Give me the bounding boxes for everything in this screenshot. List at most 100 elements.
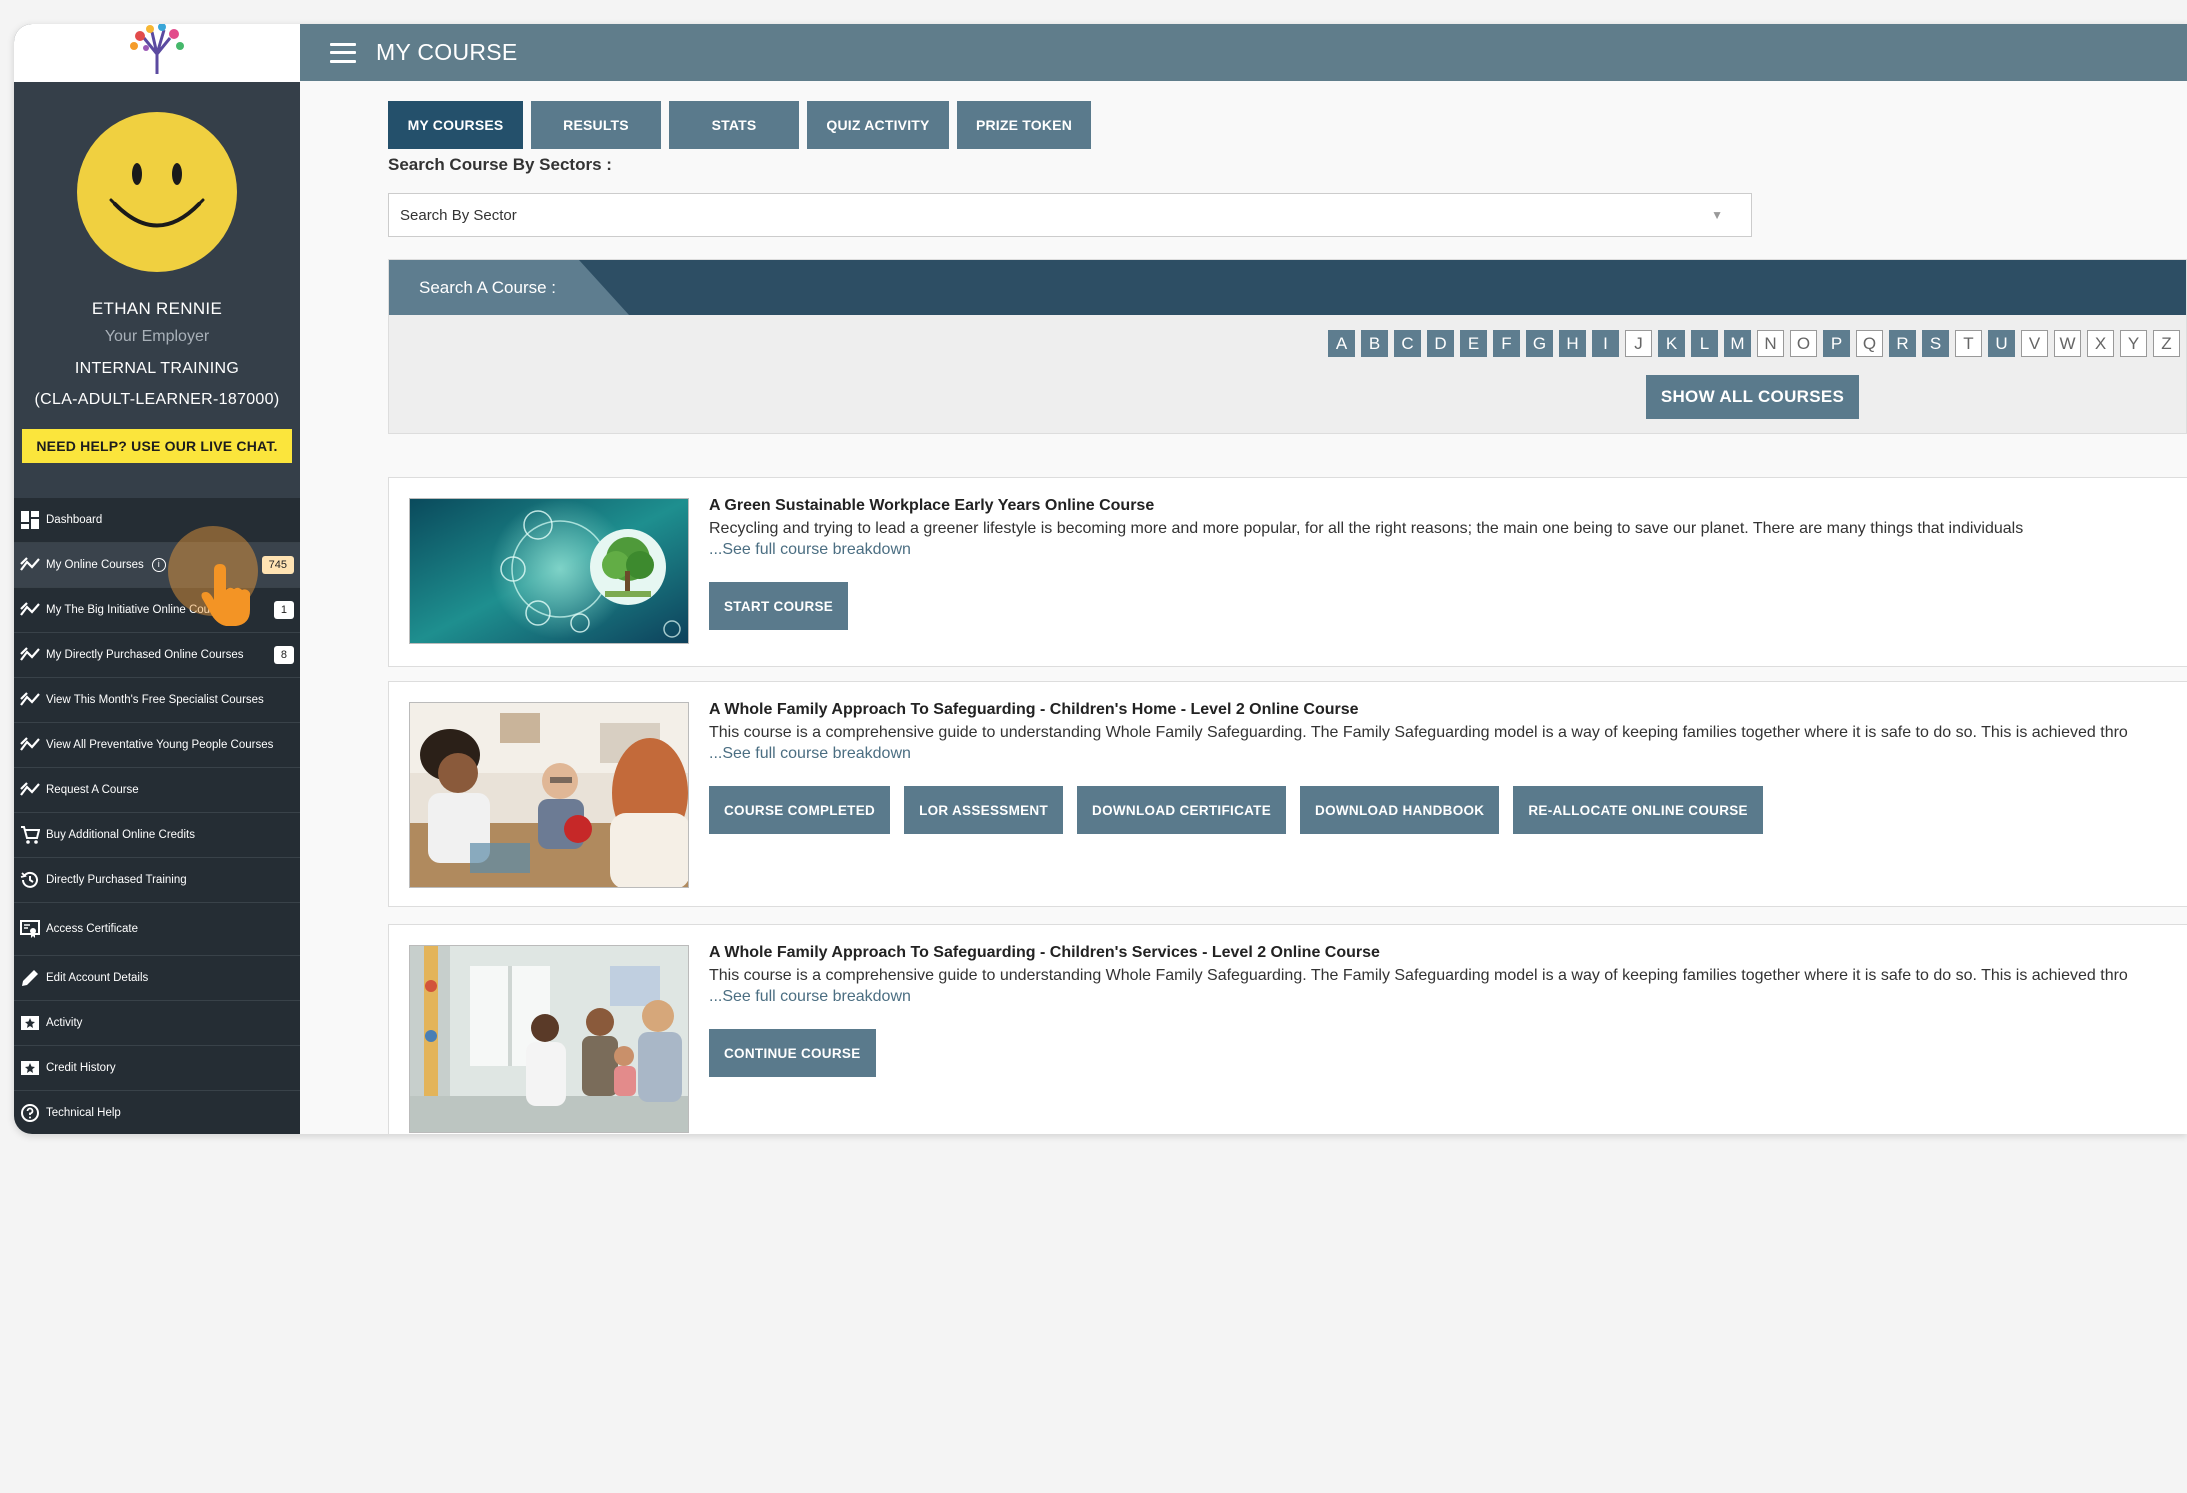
sidebar-item-directly-purchased-training[interactable]: Directly Purchased Training xyxy=(14,858,300,903)
sidebar-item-label: Edit Account Details xyxy=(46,972,149,984)
letter-filter-a[interactable]: A xyxy=(1328,330,1355,357)
course-breakdown-link[interactable]: ...See full course breakdown xyxy=(709,745,911,763)
sidebar-item-free-specialist-courses[interactable]: View This Month's Free Specialist Course… xyxy=(14,678,300,723)
sidebar-item-label: View All Preventative Young People Cours… xyxy=(46,739,274,751)
course-description: This course is a comprehensive guide to … xyxy=(709,967,2128,984)
sidebar-item-request-course[interactable]: Request A Course xyxy=(14,768,300,813)
course-count-badge: 8 xyxy=(273,646,294,664)
course-breakdown-link[interactable]: ...See full course breakdown xyxy=(709,541,911,559)
course-tabs: MY COURSES RESULTS STATS QUIZ ACTIVITY P… xyxy=(388,101,1091,149)
letter-filter-b[interactable]: B xyxy=(1361,330,1388,357)
letter-filter-j[interactable]: J xyxy=(1625,330,1652,357)
letter-filter-i[interactable]: I xyxy=(1592,330,1619,357)
chevron-down-icon: ▼ xyxy=(1711,208,1723,222)
letter-filter-k[interactable]: K xyxy=(1658,330,1685,357)
sidebar-item-label: Activity xyxy=(46,1017,83,1029)
course-title[interactable]: A Whole Family Approach To Safeguarding … xyxy=(709,701,1359,719)
sidebar-item-access-certificate[interactable]: Access Certificate xyxy=(14,903,300,956)
letter-filter-q[interactable]: Q xyxy=(1856,330,1883,357)
letter-filter-n[interactable]: N xyxy=(1757,330,1784,357)
certificate-icon xyxy=(20,920,40,938)
letter-filter-g[interactable]: G xyxy=(1526,330,1553,357)
logo-icon xyxy=(130,24,184,74)
tab-stats[interactable]: STATS xyxy=(669,101,799,149)
trend-icon xyxy=(20,557,40,571)
show-all-courses-button[interactable]: SHOW ALL COURSES xyxy=(1646,375,1859,419)
sidebar-item-buy-credits[interactable]: Buy Additional Online Credits xyxy=(14,813,300,858)
family-meeting-image xyxy=(410,703,688,887)
smiley-avatar xyxy=(77,112,237,272)
sidebar-item-big-initiative-courses[interactable]: My The Big Initiative Online Courses 1 xyxy=(14,588,300,633)
letter-filter-r[interactable]: R xyxy=(1889,330,1916,357)
sidebar-item-directly-purchased-courses[interactable]: My Directly Purchased Online Courses 8 xyxy=(14,633,300,678)
course-search-panel: Search A Course : ABCDEFGHIJKLMNOPQRSTUV… xyxy=(388,259,2187,434)
user-id: (CLA-ADULT-LEARNER-187000) xyxy=(34,391,280,408)
sidebar-item-technical-help[interactable]: Technical Help xyxy=(14,1091,300,1134)
start-course-button[interactable]: START COURSE xyxy=(709,582,849,630)
tab-results[interactable]: RESULTS xyxy=(531,101,661,149)
info-icon[interactable]: i xyxy=(151,558,166,572)
sidebar-nav: Dashboard My Online Courses i 745 My The… xyxy=(14,498,300,1134)
user-name: ETHAN RENNIE xyxy=(91,299,223,318)
sector-select[interactable]: Search By Sector ▼ xyxy=(388,193,1752,237)
letter-filter-w[interactable]: W xyxy=(2054,330,2081,357)
logo[interactable] xyxy=(14,24,300,82)
course-title[interactable]: A Green Sustainable Workplace Early Year… xyxy=(709,497,1154,515)
main-content: MY COURSES RESULTS STATS QUIZ ACTIVITY P… xyxy=(300,81,2187,1134)
download-certificate-button[interactable]: DOWNLOAD CERTIFICATE xyxy=(1077,786,1287,834)
lor-assessment-button[interactable]: LOR ASSESSMENT xyxy=(904,786,1064,834)
letter-filter-h[interactable]: H xyxy=(1559,330,1586,357)
course-image xyxy=(409,498,689,644)
sidebar-item-label: View This Month's Free Specialist Course… xyxy=(46,694,264,706)
course-description: Recycling and trying to lead a greener l… xyxy=(709,520,2024,537)
trend-icon xyxy=(20,737,40,751)
course-card: A Whole Family Approach To Safeguarding … xyxy=(388,681,2187,907)
live-chat-button[interactable]: NEED HELP? USE OUR LIVE CHAT. xyxy=(22,429,292,463)
letter-filter-s[interactable]: S xyxy=(1922,330,1949,357)
letter-filter-m[interactable]: M xyxy=(1724,330,1751,357)
sustainability-image xyxy=(410,499,688,643)
sidebar-item-label: My Directly Purchased Online Courses xyxy=(46,649,244,661)
top-bar: MY COURSE xyxy=(300,24,2187,81)
letter-filter-f[interactable]: F xyxy=(1493,330,1520,357)
course-actions: START COURSE xyxy=(709,582,849,630)
letter-filter-z[interactable]: Z xyxy=(2153,330,2180,357)
continue-course-button[interactable]: CONTINUE COURSE xyxy=(709,1029,876,1077)
letter-filter-o[interactable]: O xyxy=(1790,330,1817,357)
profile-panel: ETHAN RENNIE Your Employer INTERNAL TRAI… xyxy=(14,82,300,498)
letter-filter-x[interactable]: X xyxy=(2087,330,2114,357)
hamburger-menu-icon[interactable] xyxy=(330,42,356,63)
user-employer: Your Employer xyxy=(104,328,210,345)
sidebar-item-edit-account[interactable]: Edit Account Details xyxy=(14,956,300,1001)
course-title[interactable]: A Whole Family Approach To Safeguarding … xyxy=(709,944,1380,962)
tab-quiz-activity[interactable]: QUIZ ACTIVITY xyxy=(807,101,949,149)
trend-icon xyxy=(20,602,40,616)
letter-filter-t[interactable]: T xyxy=(1955,330,1982,357)
course-completed-button[interactable]: COURSE COMPLETED xyxy=(709,786,891,834)
letter-filter-c[interactable]: C xyxy=(1394,330,1421,357)
sidebar-item-preventative-courses[interactable]: View All Preventative Young People Cours… xyxy=(14,723,300,768)
letter-filter-p[interactable]: P xyxy=(1823,330,1850,357)
letter-filter-l[interactable]: L xyxy=(1691,330,1718,357)
tab-prize-token[interactable]: PRIZE TOKEN xyxy=(957,101,1091,149)
alphabet-filter: ABCDEFGHIJKLMNOPQRSTUVWXYZ xyxy=(1328,330,2180,357)
download-handbook-button[interactable]: DOWNLOAD HANDBOOK xyxy=(1300,786,1500,834)
course-count-badge: 745 xyxy=(261,556,294,574)
sidebar-item-dashboard[interactable]: Dashboard xyxy=(14,498,300,543)
course-image xyxy=(409,702,689,888)
course-breakdown-link[interactable]: ...See full course breakdown xyxy=(709,988,911,1006)
tab-my-courses[interactable]: MY COURSES xyxy=(388,101,523,149)
letter-filter-d[interactable]: D xyxy=(1427,330,1454,357)
sidebar-item-activity[interactable]: Activity xyxy=(14,1001,300,1046)
sidebar-item-label: Access Certificate xyxy=(46,923,139,935)
app-window: ETHAN RENNIE Your Employer INTERNAL TRAI… xyxy=(14,24,2187,1134)
sidebar-item-credit-history[interactable]: Credit History xyxy=(14,1046,300,1091)
letter-filter-y[interactable]: Y xyxy=(2120,330,2147,357)
sidebar-item-my-online-courses[interactable]: My Online Courses i 745 xyxy=(14,543,300,588)
letter-filter-e[interactable]: E xyxy=(1460,330,1487,357)
reallocate-course-button[interactable]: RE-ALLOCATE ONLINE COURSE xyxy=(1513,786,1763,834)
trend-icon xyxy=(20,692,40,706)
letter-filter-v[interactable]: V xyxy=(2021,330,2048,357)
letter-filter-u[interactable]: U xyxy=(1988,330,2015,357)
sector-select-value: Search By Sector xyxy=(400,206,517,224)
